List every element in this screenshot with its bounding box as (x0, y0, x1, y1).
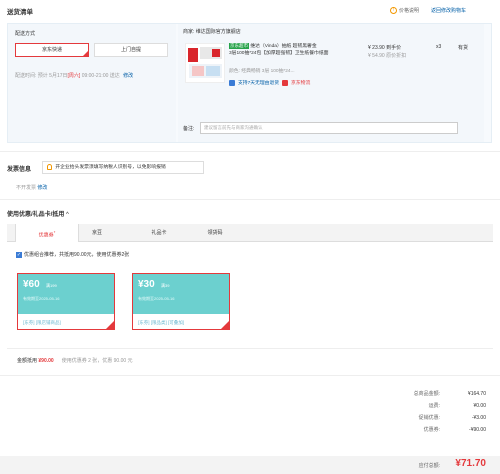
orig-price-note: 原价折扣 (386, 53, 407, 59)
product-services: 支持7天无理由退货 京东物流 (229, 79, 310, 86)
delivery-weekday: [周六] (67, 73, 81, 79)
header-links: ! 价格说明 返回修改购物车 (390, 7, 466, 14)
combo-text: 优惠组合推荐，共抵用90.00元，使用优惠券2张 (24, 252, 130, 258)
page-title: 送货清单 (7, 9, 33, 16)
product-title-line1: 维达（Vinda）抽纸 超韧黑奢金 (250, 44, 317, 49)
logistics-icon (282, 79, 289, 86)
payable-label: 应付总额: (418, 463, 440, 469)
total-label: 促销优惠: (418, 415, 440, 421)
divider (7, 348, 493, 349)
product-qty: x3 (436, 44, 442, 50)
total-row: 促销优惠: -¥3.00 (366, 412, 486, 424)
coupon-condition: 满199 (46, 283, 57, 288)
order-totals: 总商品金额: ¥164.70 运费: ¥0.00 促销优惠: -¥3.00 优惠券: -… (366, 388, 486, 436)
total-row: 运费: ¥0.00 (366, 400, 486, 412)
total-value: ¥164.70 (467, 391, 486, 397)
back-to-cart-link[interactable]: 返回修改购物车 (431, 7, 466, 14)
coupons-title[interactable]: 使用优惠/礼品卡/抵用 ^ (7, 209, 69, 218)
coupon-card[interactable]: ¥30 满39 有效期至2025-05-16 [东券] [限品类] [可叠加] (132, 273, 230, 330)
product-title[interactable]: 京东超市 维达（Vinda）抽纸 超韧黑奢金 3层100抽*24包【加厚超强韧】… (229, 43, 329, 60)
tab-gift-card[interactable]: 礼品卡 (127, 224, 191, 242)
total-value: -¥3.00 (471, 415, 486, 421)
service-logistics: 京东物流 (291, 81, 311, 86)
summary-amount: ¥90.00 (38, 358, 54, 364)
coupon-tags: [东券] [限店铺商品] (23, 320, 61, 325)
coupon-combo-row: ✓ 优惠组合推荐，共抵用90.00元，使用优惠券2张 (16, 251, 129, 258)
total-row: 优惠券: -¥90.00 (366, 424, 486, 436)
color-value: 经典畅销 3层 100抽*24... (241, 69, 295, 74)
shipping-method-label: 配送方式 (15, 31, 36, 37)
invoice-notice: 开企业抬头发票须填写纳税人识别号，以免影响报销 (42, 161, 204, 174)
coupon-card[interactable]: ¥60 满199 有效期至2025-05-16 [东券] [限店铺商品] (17, 273, 115, 330)
return-icon (229, 79, 235, 86)
stock-status: 有货 (458, 45, 469, 51)
shipping-option-jd-express[interactable]: 京东快递 (15, 43, 89, 57)
total-value: -¥90.00 (469, 427, 486, 433)
total-row: 总商品金额: ¥164.70 (366, 388, 486, 400)
summary-text: 使用优惠券 2 张，优惠 90.00 元 (61, 358, 133, 364)
invoice-value-row: 不开发票 修改 (16, 184, 47, 191)
divider (0, 375, 500, 376)
chevron-up-icon: ^ (66, 212, 69, 218)
payable-amount: ¥71.70 (455, 458, 486, 469)
invoice-value: 不开发票 (16, 185, 37, 191)
invoice-modify-link[interactable]: 修改 (37, 185, 47, 191)
price-note: 到手价 (386, 45, 402, 51)
remark-input[interactable]: 建议留言前先与商家沟通确认 (200, 122, 458, 134)
price-value: ¥ 23.90 (368, 45, 385, 51)
coupon-tags: [东券] [限品类] [可叠加] (138, 320, 185, 325)
coupon-card-top: ¥60 满199 有效期至2025-05-16 (18, 274, 114, 314)
divider (0, 199, 500, 200)
combo-checkbox[interactable]: ✓ (16, 251, 22, 258)
coupon-expiry: 有效期至2025-05-16 (138, 296, 175, 301)
invoice-title: 发票信息 (7, 167, 32, 173)
product-price: ¥ 23.90 到手价 ¥ 54.90 原价折扣 (368, 44, 406, 60)
tab-jd-beans[interactable]: 京豆 (65, 224, 129, 242)
delivery-range: 09:00-21:00 送达 (81, 73, 120, 79)
divider (0, 151, 500, 152)
total-value: ¥0.00 (473, 403, 486, 409)
color-label: 颜色: (229, 69, 240, 74)
price-note-label: 价格说明 (399, 8, 420, 14)
coupon-summary: 金额抵用 ¥90.00 使用优惠券 2 张，优惠 90.00 元 (17, 357, 133, 364)
payable-bar: 应付总额: ¥71.70 (0, 456, 500, 474)
orig-price: ¥ 54.90 (368, 53, 385, 59)
shipping-method-panel: 配送方式 京东快递 上门自提 配送时间: 预计 5月17日[周六] 09:00-… (8, 24, 176, 142)
coupon-condition: 满39 (161, 283, 170, 288)
seller-row: 商家: 维达国际官方旗舰店 (183, 28, 241, 35)
coupons-title-text: 使用优惠/礼品卡/抵用 (7, 212, 65, 218)
coupon-expiry: 有效期至2025-05-16 (23, 296, 60, 301)
delivery-date: 预计 5月17日 (37, 73, 68, 79)
total-label: 总商品金额: (413, 391, 440, 397)
product-color: 颜色: 经典畅销 3层 100抽*24... (229, 67, 295, 74)
bulb-icon (47, 163, 52, 170)
price-note-link[interactable]: ! 价格说明 (390, 7, 419, 14)
tab-coupons-label: 优惠券 (38, 232, 54, 239)
delivery-modify-link[interactable]: 修改 (123, 73, 133, 79)
product-title-line2: 3层100抽*24包【加厚超强韧】卫生纸餐巾纸面巾纸 (229, 51, 329, 56)
total-label: 优惠券: (423, 427, 440, 433)
seller-name[interactable]: 维达国际官方旗舰店 (196, 29, 241, 35)
delivery-time-label: 配送时间: (15, 73, 37, 79)
summary-label: 金额抵用 (17, 358, 38, 364)
seller-label: 商家: (183, 29, 195, 35)
product-image[interactable] (185, 43, 225, 83)
shipping-option-pickup[interactable]: 上门自提 (94, 43, 168, 57)
coupon-tabs: 优惠券* 京豆 礼品卡 领货码 (7, 224, 493, 242)
coupon-amount: ¥30 (138, 279, 155, 290)
service-return: 支持7天无理由退货 (238, 81, 280, 86)
coupon-amount: ¥60 (23, 279, 40, 290)
remark-label: 备注: (183, 126, 195, 132)
invoice-notice-text: 开企业抬头发票须填写纳税人识别号，以免影响报销 (55, 165, 166, 170)
coupon-card-top: ¥30 满39 有效期至2025-05-16 (133, 274, 229, 314)
total-label: 运费: (428, 403, 440, 409)
info-icon: ! (390, 7, 397, 14)
supermarket-badge: 京东超市 (229, 43, 249, 49)
tab-redeem-code[interactable]: 领货码 (183, 224, 247, 242)
delivery-time: 配送时间: 预计 5月17日[周六] 09:00-21:00 送达 修改 (15, 72, 133, 79)
